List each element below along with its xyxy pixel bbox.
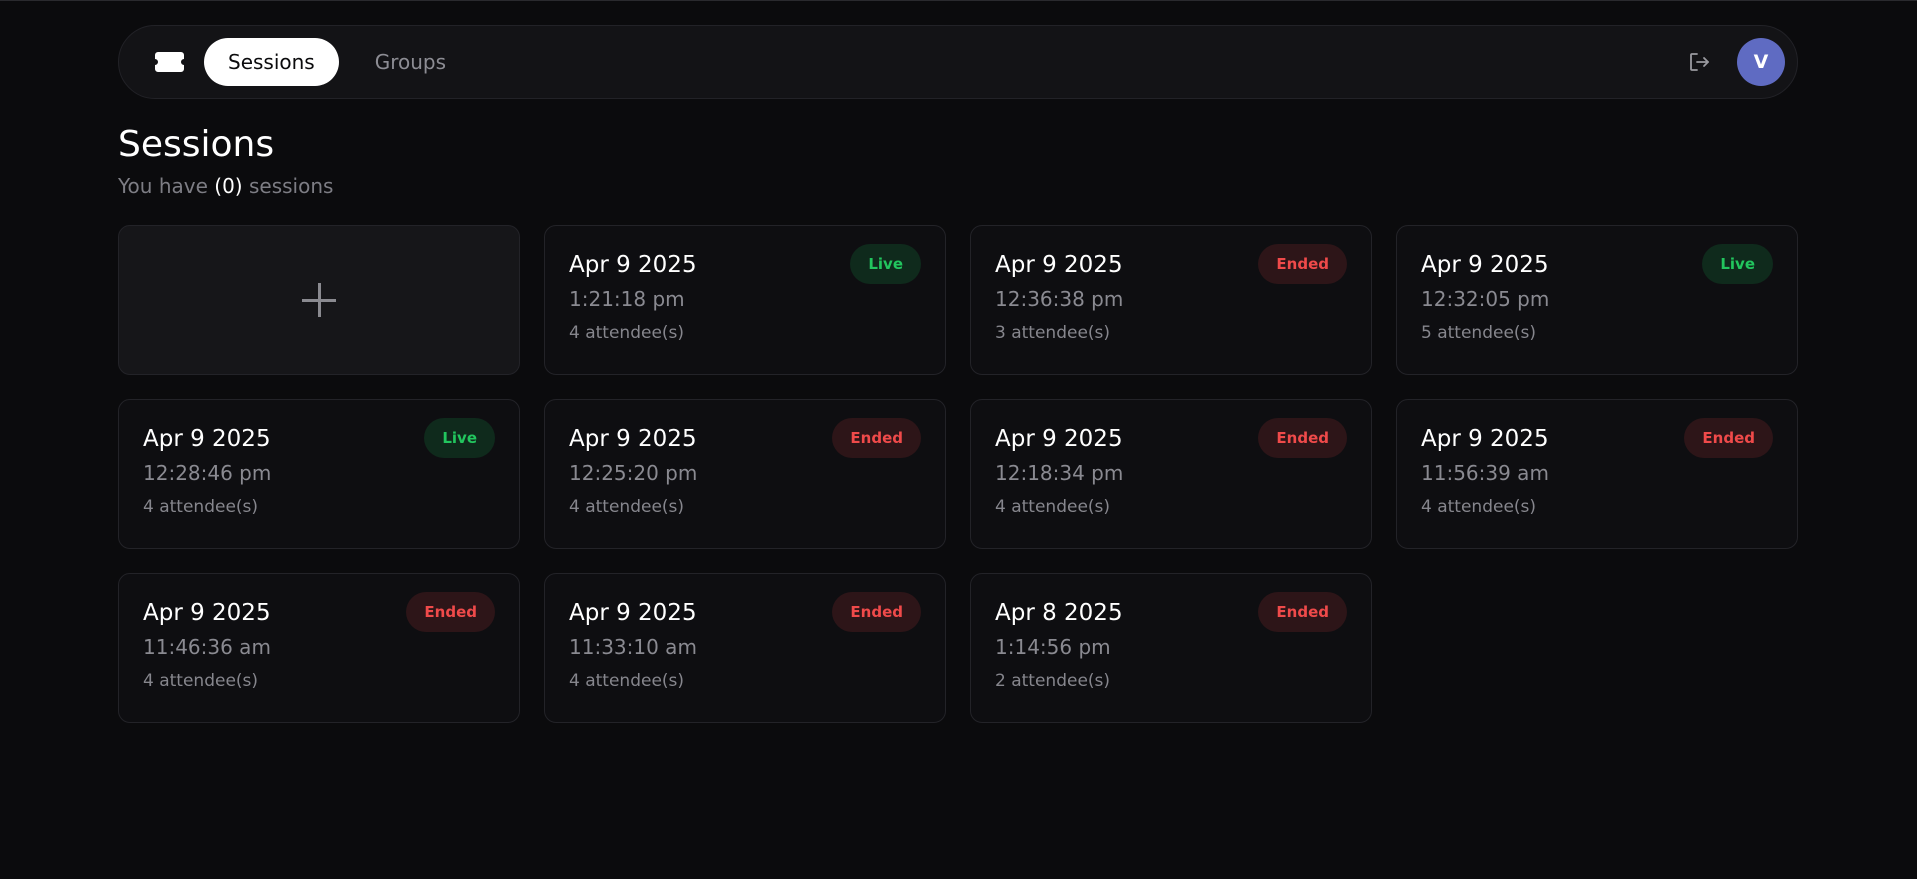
plus-icon — [302, 283, 336, 317]
session-card[interactable]: Apr 9 2025 12:25:20 pm 4 attendee(s) End… — [544, 399, 946, 549]
session-card[interactable]: Apr 9 2025 12:28:46 pm 4 attendee(s) Liv… — [118, 399, 520, 549]
session-time: 11:56:39 am — [1421, 461, 1549, 485]
session-attendees: 4 attendee(s) — [1421, 497, 1537, 517]
session-time: 11:33:10 am — [569, 635, 697, 659]
status-badge: Ended — [1684, 418, 1773, 458]
session-attendees: 4 attendee(s) — [995, 497, 1111, 517]
session-time: 12:36:38 pm — [995, 287, 1124, 311]
subtitle-prefix: You have — [118, 174, 215, 198]
session-time: 12:25:20 pm — [569, 461, 698, 485]
page-title: Sessions — [118, 124, 275, 165]
session-attendees: 3 attendee(s) — [995, 323, 1111, 343]
top-nav: Sessions Groups V — [118, 25, 1798, 99]
session-time: 1:21:18 pm — [569, 287, 685, 311]
new-session-card[interactable] — [118, 225, 520, 375]
status-badge: Live — [850, 244, 921, 284]
session-card[interactable]: Apr 9 2025 11:56:39 am 4 attendee(s) End… — [1396, 399, 1798, 549]
session-attendees: 4 attendee(s) — [569, 323, 685, 343]
tab-groups[interactable]: Groups — [351, 38, 470, 86]
status-badge: Ended — [1258, 418, 1347, 458]
status-badge: Ended — [832, 592, 921, 632]
session-count-text: You have (0) sessions — [118, 174, 333, 198]
session-attendees: 2 attendee(s) — [995, 671, 1111, 691]
status-badge: Live — [424, 418, 495, 458]
session-time: 12:18:34 pm — [995, 461, 1124, 485]
session-card[interactable]: Apr 8 2025 1:14:56 pm 2 attendee(s) Ende… — [970, 573, 1372, 723]
session-time: 1:14:56 pm — [995, 635, 1111, 659]
session-card[interactable]: Apr 9 2025 11:46:36 am 4 attendee(s) End… — [118, 573, 520, 723]
logout-icon[interactable] — [1685, 48, 1713, 76]
session-attendees: 4 attendee(s) — [569, 497, 685, 517]
status-badge: Ended — [1258, 244, 1347, 284]
session-card[interactable]: Apr 9 2025 11:33:10 am 4 attendee(s) End… — [544, 573, 946, 723]
session-attendees: 5 attendee(s) — [1421, 323, 1537, 343]
session-card[interactable]: Apr 9 2025 1:21:18 pm 4 attendee(s) Live — [544, 225, 946, 375]
session-time: 11:46:36 am — [143, 635, 271, 659]
status-badge: Ended — [1258, 592, 1347, 632]
session-count: (0) — [214, 174, 243, 198]
session-card[interactable]: Apr 9 2025 12:36:38 pm 3 attendee(s) End… — [970, 225, 1372, 375]
session-time: 12:32:05 pm — [1421, 287, 1550, 311]
session-card[interactable]: Apr 9 2025 12:18:34 pm 4 attendee(s) End… — [970, 399, 1372, 549]
tab-sessions[interactable]: Sessions — [204, 38, 339, 86]
session-time: 12:28:46 pm — [143, 461, 272, 485]
session-card[interactable]: Apr 9 2025 12:32:05 pm 5 attendee(s) Liv… — [1396, 225, 1798, 375]
status-badge: Live — [1702, 244, 1773, 284]
session-attendees: 4 attendee(s) — [569, 671, 685, 691]
subtitle-suffix: sessions — [242, 174, 334, 198]
session-attendees: 4 attendee(s) — [143, 671, 259, 691]
session-attendees: 4 attendee(s) — [143, 497, 259, 517]
ticket-icon[interactable] — [155, 52, 184, 72]
status-badge: Ended — [832, 418, 921, 458]
status-badge: Ended — [406, 592, 495, 632]
sessions-grid: Apr 9 2025 1:21:18 pm 4 attendee(s) Live… — [118, 225, 1798, 723]
avatar[interactable]: V — [1737, 38, 1785, 86]
